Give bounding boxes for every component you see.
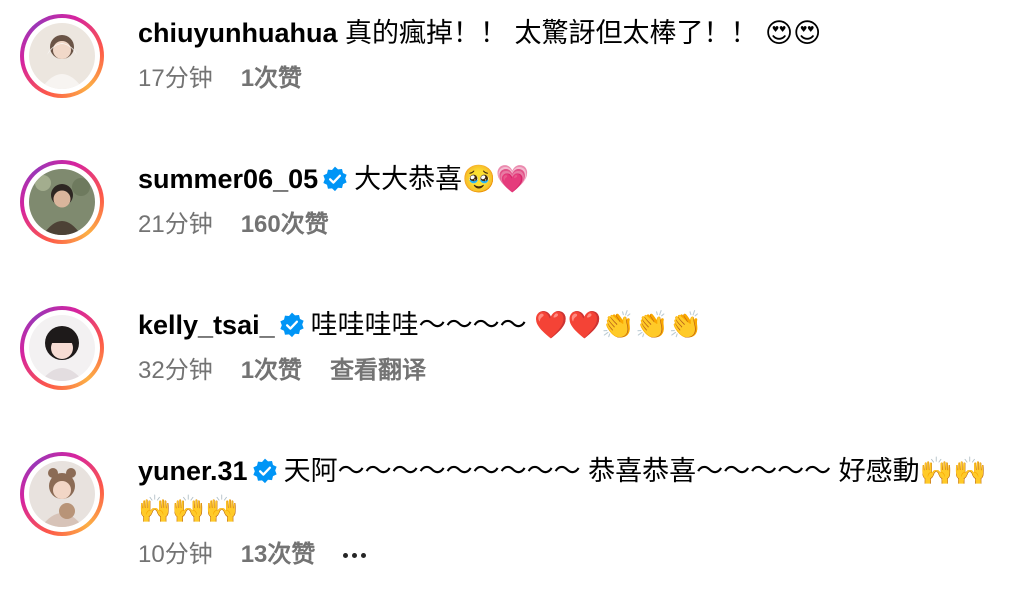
comment-text: 真的瘋掉！！ 太驚訝但太棒了！！ 😍😍 xyxy=(345,18,822,48)
comment-time[interactable]: 21分钟 xyxy=(138,210,213,240)
see-translation-link[interactable]: 查看翻译 xyxy=(330,356,426,386)
avatar[interactable] xyxy=(29,315,95,381)
comment-text-line: summer06_05 大大恭喜🥹💗 xyxy=(138,160,1010,198)
comment-text-line: yuner.31 天阿～～～～～～～～～ 恭喜恭喜～～～～～ 好感動🙌🙌🙌🙌🙌 xyxy=(138,452,1010,528)
comment-text: 大大恭喜🥹💗 xyxy=(354,164,530,194)
verified-badge-icon xyxy=(323,166,347,192)
comment-body: kelly_tsai_ 哇哇哇哇～～～～ ❤️❤️👏👏👏 32分钟 1次赞 查看翻… xyxy=(138,306,1010,386)
like-count[interactable]: 13次赞 xyxy=(241,540,316,570)
comment-text-line: chiuyunhuahua 真的瘋掉！！ 太驚訝但太棒了！！ 😍😍 xyxy=(138,14,1010,52)
comment-meta: 17分钟 1次赞 xyxy=(138,64,1010,94)
comment-meta: 32分钟 1次赞 查看翻译 xyxy=(138,356,1010,386)
story-ring[interactable] xyxy=(20,160,104,244)
username[interactable]: chiuyunhuahua xyxy=(138,18,338,48)
story-ring[interactable] xyxy=(20,306,104,390)
username[interactable]: yuner.31 xyxy=(138,456,248,486)
story-ring[interactable] xyxy=(20,452,104,536)
comment-meta: 21分钟 160次赞 xyxy=(138,210,1010,240)
more-options-icon[interactable] xyxy=(343,552,367,558)
like-count[interactable]: 160次赞 xyxy=(241,210,329,240)
comment-meta: 10分钟 13次赞 xyxy=(138,540,1010,570)
comment-time[interactable]: 17分钟 xyxy=(138,64,213,94)
comment-text-line: kelly_tsai_ 哇哇哇哇～～～～ ❤️❤️👏👏👏 xyxy=(138,306,1010,344)
comment-time[interactable]: 32分钟 xyxy=(138,356,213,386)
username[interactable]: summer06_05 xyxy=(138,164,318,194)
like-count[interactable]: 1次赞 xyxy=(241,64,302,94)
comment-body: chiuyunhuahua 真的瘋掉！！ 太驚訝但太棒了！！ 😍😍 17分钟 1… xyxy=(138,14,1010,94)
comment-time[interactable]: 10分钟 xyxy=(138,540,213,570)
avatar[interactable] xyxy=(29,169,95,235)
username[interactable]: kelly_tsai_ xyxy=(138,310,275,340)
verified-badge-icon xyxy=(252,458,277,484)
comment-body: summer06_05 大大恭喜🥹💗 21分钟 160次赞 xyxy=(138,160,1010,240)
comment-text: 哇哇哇哇～～～～ ❤️❤️👏👏👏 xyxy=(310,310,703,340)
like-count[interactable]: 1次赞 xyxy=(241,356,302,386)
comment-body: yuner.31 天阿～～～～～～～～～ 恭喜恭喜～～～～～ 好感動🙌🙌🙌🙌🙌 1… xyxy=(138,452,1010,570)
avatar[interactable] xyxy=(29,23,95,89)
verified-badge-icon xyxy=(279,312,304,338)
avatar[interactable] xyxy=(29,461,95,527)
story-ring[interactable] xyxy=(20,14,104,98)
